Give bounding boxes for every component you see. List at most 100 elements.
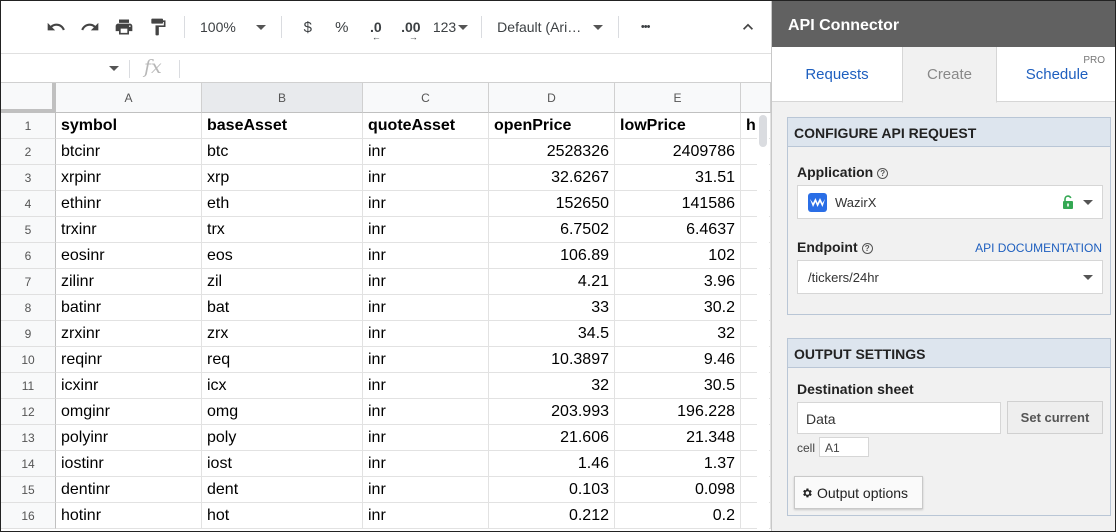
cell[interactable]: zil: [202, 269, 363, 295]
api-documentation-link[interactable]: API DOCUMENTATION: [975, 241, 1102, 255]
cell[interactable]: iostinr: [56, 451, 202, 477]
select-all-corner[interactable]: [1, 83, 56, 113]
cell[interactable]: icxinr: [56, 373, 202, 399]
name-box[interactable]: [1, 54, 126, 83]
cell[interactable]: 32: [489, 373, 615, 399]
cell[interactable]: inr: [363, 347, 489, 373]
cell[interactable]: 9.46: [615, 347, 741, 373]
row-number[interactable]: 9: [1, 321, 56, 347]
row-number[interactable]: 2: [1, 139, 56, 165]
cell[interactable]: 1.46: [489, 451, 615, 477]
cell[interactable]: 106.89: [489, 243, 615, 269]
more-options-button[interactable]: •••: [628, 11, 662, 43]
cell[interactable]: dent: [202, 477, 363, 503]
column-header[interactable]: D: [489, 83, 615, 113]
cell[interactable]: iost: [202, 451, 363, 477]
row-number[interactable]: 3: [1, 165, 56, 191]
cell[interactable]: reqinr: [56, 347, 202, 373]
cell[interactable]: inr: [363, 165, 489, 191]
cell[interactable]: omg: [202, 399, 363, 425]
cell[interactable]: 4.21: [489, 269, 615, 295]
undo-button[interactable]: [39, 11, 73, 43]
cell[interactable]: baseAsset: [202, 113, 363, 139]
row-number[interactable]: 13: [1, 425, 56, 451]
cell[interactable]: 32.6267: [489, 165, 615, 191]
cell[interactable]: 33: [489, 295, 615, 321]
cell[interactable]: btc: [202, 139, 363, 165]
cell[interactable]: 0.212: [489, 503, 615, 529]
cell[interactable]: 203.993: [489, 399, 615, 425]
row-number[interactable]: 10: [1, 347, 56, 373]
cell[interactable]: 3.96: [615, 269, 741, 295]
cell[interactable]: 6.7502: [489, 217, 615, 243]
row-number[interactable]: 6: [1, 243, 56, 269]
column-header[interactable]: E: [615, 83, 741, 113]
row-number[interactable]: 16: [1, 503, 56, 529]
cell[interactable]: 21.606: [489, 425, 615, 451]
row-number[interactable]: 4: [1, 191, 56, 217]
row-number[interactable]: 11: [1, 373, 56, 399]
cell[interactable]: eth: [202, 191, 363, 217]
cell[interactable]: inr: [363, 399, 489, 425]
cell[interactable]: 0.2: [615, 503, 741, 529]
cell[interactable]: lowPrice: [615, 113, 741, 139]
cell[interactable]: 30.2: [615, 295, 741, 321]
row-number[interactable]: 12: [1, 399, 56, 425]
vertical-scrollbar[interactable]: [757, 113, 769, 531]
row-number[interactable]: 8: [1, 295, 56, 321]
cell[interactable]: 102: [615, 243, 741, 269]
paint-format-button[interactable]: [141, 11, 175, 43]
cell[interactable]: eos: [202, 243, 363, 269]
cell[interactable]: eosinr: [56, 243, 202, 269]
zoom-select[interactable]: 100%: [194, 11, 272, 43]
cell[interactable]: req: [202, 347, 363, 373]
cell[interactable]: polyinr: [56, 425, 202, 451]
collapse-toolbar-button[interactable]: [733, 11, 763, 43]
cell[interactable]: 0.098: [615, 477, 741, 503]
cell[interactable]: trxinr: [56, 217, 202, 243]
cell[interactable]: 6.4637: [615, 217, 741, 243]
column-header[interactable]: A: [56, 83, 202, 113]
cell-input[interactable]: A1: [819, 437, 869, 457]
cell[interactable]: 34.5: [489, 321, 615, 347]
help-icon[interactable]: ?: [877, 168, 889, 179]
cell[interactable]: batinr: [56, 295, 202, 321]
set-current-button[interactable]: Set current: [1007, 401, 1103, 434]
cell[interactable]: quoteAsset: [363, 113, 489, 139]
tab-schedule[interactable]: Schedule PRO: [997, 47, 1115, 102]
cell[interactable]: poly: [202, 425, 363, 451]
cell[interactable]: 30.5: [615, 373, 741, 399]
cell[interactable]: hot: [202, 503, 363, 529]
cell[interactable]: trx: [202, 217, 363, 243]
column-header[interactable]: [741, 83, 771, 113]
percent-format-button[interactable]: %: [325, 11, 359, 43]
column-header[interactable]: B: [202, 83, 363, 113]
cell[interactable]: inr: [363, 269, 489, 295]
cell[interactable]: zrx: [202, 321, 363, 347]
cell[interactable]: 2528326: [489, 139, 615, 165]
tab-create[interactable]: Create: [902, 47, 997, 103]
currency-format-button[interactable]: $: [291, 11, 325, 43]
cell[interactable]: openPrice: [489, 113, 615, 139]
cell[interactable]: 32: [615, 321, 741, 347]
row-number[interactable]: 14: [1, 451, 56, 477]
tab-requests[interactable]: Requests: [772, 47, 902, 102]
cell[interactable]: 0.103: [489, 477, 615, 503]
print-button[interactable]: [107, 11, 141, 43]
row-number[interactable]: 15: [1, 477, 56, 503]
cell[interactable]: 2409786: [615, 139, 741, 165]
cell[interactable]: inr: [363, 139, 489, 165]
cell[interactable]: ethinr: [56, 191, 202, 217]
decrease-decimal-button[interactable]: .0 ←: [359, 11, 393, 43]
application-select[interactable]: WazirX: [797, 185, 1103, 219]
cell[interactable]: inr: [363, 191, 489, 217]
help-icon[interactable]: ?: [861, 243, 873, 254]
cell[interactable]: inr: [363, 321, 489, 347]
scrollbar-thumb[interactable]: [759, 115, 767, 147]
increase-decimal-button[interactable]: .00 →: [393, 11, 429, 43]
cell[interactable]: zrxinr: [56, 321, 202, 347]
cell[interactable]: inr: [363, 503, 489, 529]
cell[interactable]: inr: [363, 425, 489, 451]
cell[interactable]: inr: [363, 243, 489, 269]
cell[interactable]: inr: [363, 373, 489, 399]
